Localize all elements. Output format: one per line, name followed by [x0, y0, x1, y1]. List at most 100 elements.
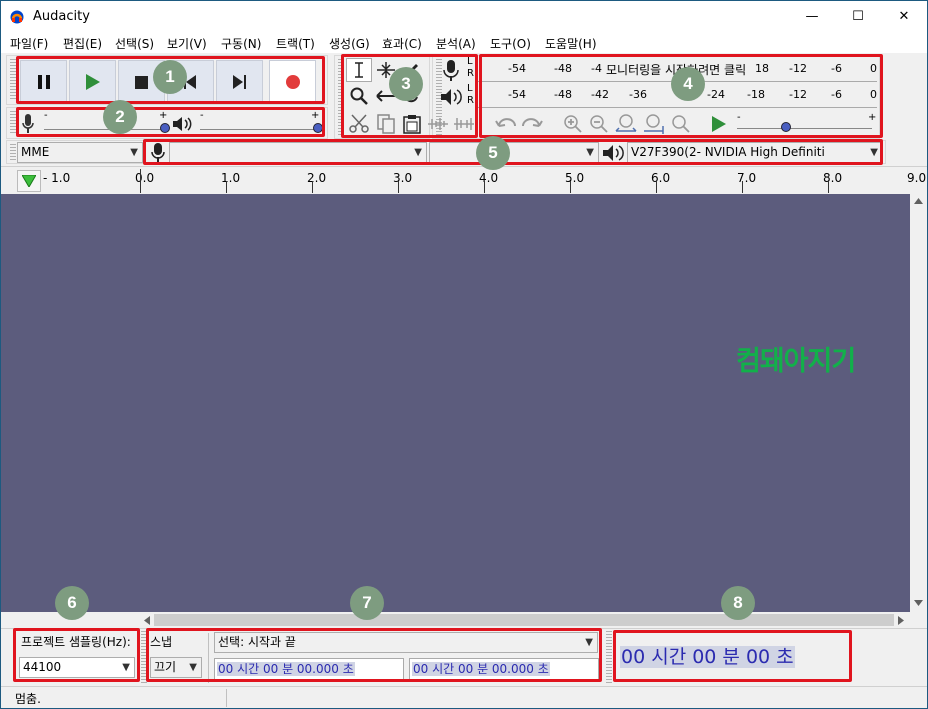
toolbar-grip[interactable]	[606, 631, 612, 685]
recording-device-select[interactable]: ▼	[169, 142, 427, 163]
audio-host-select[interactable]: MME ▼	[17, 142, 143, 163]
meter-tick: -42	[591, 88, 609, 101]
vertical-scrollbar[interactable]	[910, 194, 927, 612]
title-bar[interactable]: Audacity — ☐ ✕	[1, 1, 927, 33]
play-button[interactable]	[69, 60, 116, 104]
menu-analyze[interactable]: 분석(A)	[436, 35, 476, 52]
play-speed-min: -	[737, 112, 741, 123]
toolbar-grip[interactable]	[10, 111, 16, 135]
play-speed-max: +	[868, 112, 877, 123]
project-rate-label: 프로젝트 샘플링(Hz):	[21, 635, 131, 649]
fit-project-icon[interactable]	[643, 114, 665, 134]
project-rate-select[interactable]: 44100 ▼	[19, 657, 135, 678]
playback-volume-max: +	[311, 110, 320, 121]
device-toolbar: MME ▼ ▼ ▼ V27F390(2- NVIDIA High Definiti…	[6, 140, 886, 164]
playback-device-speaker-icon	[603, 145, 624, 161]
menu-file[interactable]: 파일(F)	[10, 35, 48, 52]
silence-audio-icon[interactable]	[453, 116, 475, 132]
cut-button[interactable]	[346, 112, 372, 136]
playback-meter-speaker-icon[interactable]	[441, 88, 463, 106]
playback-device-select[interactable]: V27F390(2- NVIDIA High Definiti ▼	[627, 142, 883, 163]
record-button[interactable]	[269, 60, 316, 104]
meter-tick: -12	[789, 62, 807, 75]
copy-button[interactable]	[373, 112, 399, 136]
scroll-up-icon[interactable]	[914, 198, 923, 204]
ruler-label: 1.0	[221, 171, 241, 185]
timeline-ruler[interactable]: - 1.0 0.0 1.0 2.0 3.0 4.0 5.0 6.0 7.0 8.…	[1, 166, 927, 195]
meter-tick: -36	[629, 88, 647, 101]
record-meter-microphone-icon[interactable]	[443, 60, 459, 82]
meter-tick: -4	[591, 62, 602, 75]
selection-end-time[interactable]: 00 시간 00 분 00.000 초	[409, 658, 599, 680]
play-at-speed-icon[interactable]	[711, 116, 727, 132]
pause-button[interactable]	[20, 60, 67, 104]
zoom-toggle-icon[interactable]	[671, 114, 691, 134]
play-head-triangle-icon	[22, 175, 36, 187]
trim-audio-icon[interactable]	[427, 116, 449, 132]
menu-select[interactable]: 선택(S)	[115, 35, 154, 52]
toolbar-grip[interactable]	[10, 59, 16, 101]
callout-badge-6: 6	[55, 586, 89, 620]
zoom-in-icon[interactable]	[563, 114, 583, 134]
toolbar-grip[interactable]	[141, 631, 147, 685]
pause-icon	[37, 75, 50, 89]
status-divider	[226, 689, 227, 707]
fit-selection-icon[interactable]	[615, 114, 637, 134]
ruler-label: 9.0	[907, 171, 927, 185]
pinned-head-button[interactable]	[17, 170, 41, 192]
record-volume-slider[interactable]	[44, 129, 164, 130]
undo-icon[interactable]	[495, 116, 517, 132]
stop-icon	[135, 75, 148, 89]
status-bar: 멈춤.	[1, 686, 927, 708]
chevron-down-icon: ▼	[189, 662, 197, 673]
menu-help[interactable]: 도움말(H)	[545, 35, 597, 52]
meter-tick: -48	[554, 88, 572, 101]
record-volume-min: -	[44, 110, 48, 121]
zoom-tool-button[interactable]	[346, 84, 372, 108]
selection-tool-button[interactable]	[346, 58, 372, 82]
horizontal-scrollbar[interactable]	[1, 612, 910, 629]
recording-channels-select[interactable]: ▼	[429, 142, 599, 163]
toolbar-grip[interactable]	[10, 144, 16, 160]
snap-select[interactable]: 끄기 ▼	[150, 657, 202, 678]
play-speed-thumb[interactable]	[781, 122, 791, 132]
audacity-window: Audacity — ☐ ✕ 파일(F) 편집(E) 선택(S) 보기(V) 구…	[0, 0, 928, 709]
toolbar-grip[interactable]	[338, 59, 344, 135]
playback-volume-thumb[interactable]	[313, 123, 323, 133]
selection-start-time[interactable]: 00 시간 00 분 00.000 초	[214, 658, 404, 680]
meter-tick: -18	[747, 88, 765, 101]
meter-tick: -24	[707, 88, 725, 101]
playback-volume-slider[interactable]	[200, 129, 320, 130]
skip-end-button[interactable]	[216, 60, 263, 104]
menu-generate[interactable]: 생성(G)	[329, 35, 370, 52]
track-panel[interactable]: 컴돼아지기	[1, 194, 910, 612]
scroll-right-icon[interactable]	[898, 616, 904, 625]
zoom-out-icon[interactable]	[589, 114, 609, 134]
audio-position-value: 00 시간 00 분 00 초	[620, 646, 795, 668]
maximize-button[interactable]: ☐	[835, 1, 881, 33]
magnifier-icon	[350, 87, 368, 105]
menu-view[interactable]: 보기(V)	[167, 35, 207, 52]
menu-effect[interactable]: 효과(C)	[382, 35, 422, 52]
selection-mode-select[interactable]: 선택: 시작과 끝 ▼	[214, 632, 598, 653]
menu-tools[interactable]: 도구(O)	[490, 35, 531, 52]
audio-position-display[interactable]: 00 시간 00 분 00 초	[617, 643, 841, 675]
redo-icon[interactable]	[521, 116, 543, 132]
record-volume-thumb[interactable]	[160, 123, 170, 133]
minimize-button[interactable]: —	[789, 1, 835, 33]
scroll-thumb[interactable]	[154, 614, 894, 626]
scroll-left-icon[interactable]	[144, 616, 150, 625]
play-speed-slider[interactable]	[737, 128, 872, 129]
mixer-toolbar: - + - +	[6, 107, 328, 139]
menu-tracks[interactable]: 트랙(T)	[276, 35, 315, 52]
menu-edit[interactable]: 편집(E)	[63, 35, 102, 52]
menu-transport[interactable]: 구동(N)	[221, 35, 261, 52]
status-text: 멈춤.	[15, 692, 41, 706]
paste-button[interactable]	[399, 112, 425, 136]
close-button[interactable]: ✕	[881, 1, 927, 33]
playback-device-value: V27F390(2- NVIDIA High Definiti	[631, 145, 825, 159]
callout-badge-4: 4	[671, 67, 705, 101]
ruler-label: 7.0	[737, 171, 757, 185]
scroll-down-icon[interactable]	[914, 600, 923, 606]
record-icon	[285, 75, 300, 89]
